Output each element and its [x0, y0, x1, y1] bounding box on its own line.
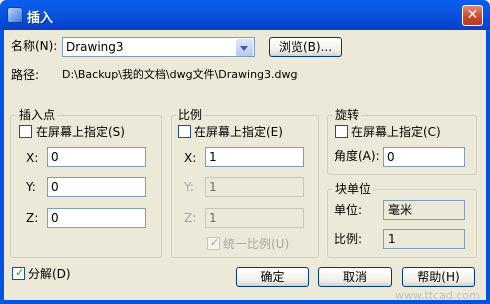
block-factor-label: 比例:	[334, 232, 363, 246]
scale-z-input: 1	[205, 208, 304, 228]
insertion-y-label: Y:	[26, 180, 36, 194]
chevron-down-icon[interactable]	[236, 39, 253, 56]
checkmark-icon: ✓	[15, 266, 25, 279]
insertion-x-input[interactable]: 0	[47, 147, 146, 167]
close-button[interactable]: ✕	[462, 5, 483, 26]
rotation-onscreen-label[interactable]: 在屏幕上指定(C)	[351, 125, 441, 139]
rotation-title: 旋转	[333, 108, 362, 122]
insertion-y-input[interactable]: 0	[47, 177, 146, 197]
rotation-angle-input[interactable]: 0	[383, 147, 465, 167]
ok-button[interactable]: 确定	[236, 267, 309, 287]
uniform-scale-label: 统一比例(U)	[223, 237, 290, 251]
insertion-z-label: Z:	[26, 211, 39, 225]
scale-x-label: X:	[184, 151, 197, 165]
checkmark-icon: ✓	[210, 236, 220, 249]
scale-z-label: Z:	[184, 211, 197, 225]
block-unit-title: 块单位	[333, 182, 374, 196]
name-combobox[interactable]: Drawing3	[62, 37, 255, 57]
insertion-onscreen-checkbox[interactable]	[19, 125, 32, 138]
block-unit-value: 毫米	[383, 200, 465, 220]
explode-checkbox[interactable]: ✓	[12, 266, 25, 280]
name-value: Drawing3	[66, 40, 124, 54]
insertion-z-input[interactable]: 0	[47, 208, 146, 228]
block-factor-value: 1	[383, 229, 465, 249]
cancel-button[interactable]: 取消	[318, 267, 392, 287]
explode-label[interactable]: 分解(D)	[28, 267, 71, 281]
scale-title: 比例	[176, 108, 205, 122]
insertion-point-title: 插入点	[17, 108, 58, 122]
app-icon	[7, 7, 23, 23]
block-unit-label: 单位:	[334, 203, 363, 217]
window-title: 插入	[27, 11, 54, 26]
scale-onscreen-checkbox[interactable]	[178, 125, 191, 138]
rotation-onscreen-checkbox[interactable]	[335, 125, 348, 138]
rotation-angle-label: 角度(A):	[334, 149, 380, 163]
insertion-onscreen-label[interactable]: 在屏幕上指定(S)	[36, 125, 125, 139]
path-label: 路径:	[11, 68, 40, 82]
scale-x-input[interactable]: 1	[205, 147, 304, 167]
watermark: www.ttcad.com	[395, 289, 480, 302]
scale-y-label: Y:	[184, 180, 194, 194]
scale-y-input: 1	[205, 177, 304, 197]
name-label: 名称(N):	[11, 39, 58, 53]
uniform-scale-checkbox: ✓	[207, 236, 220, 250]
scale-onscreen-label[interactable]: 在屏幕上指定(E)	[194, 125, 283, 139]
help-button[interactable]: 帮助(H)	[402, 267, 475, 287]
title-bar[interactable]	[0, 0, 490, 30]
path-value: D:\Backup\我的文档\dwg文件\Drawing3.dwg	[62, 68, 298, 81]
insertion-x-label: X:	[26, 151, 39, 165]
browse-button[interactable]: 浏览(B)...	[269, 37, 342, 57]
